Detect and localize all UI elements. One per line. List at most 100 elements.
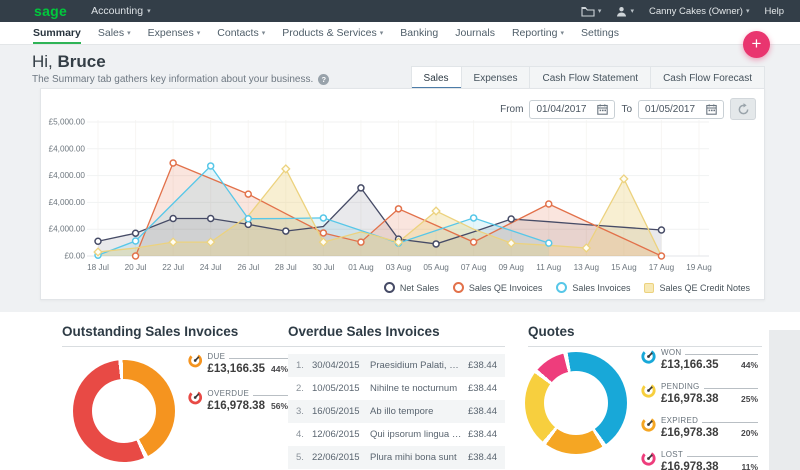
stat-label-row: WON <box>661 348 758 357</box>
tab-sales[interactable]: Sales <box>412 67 462 89</box>
invoice-row[interactable]: 5.22/06/2015Plura mihi bona sunt£38.44 <box>288 446 505 469</box>
svg-text:28 Jul: 28 Jul <box>275 263 297 272</box>
nav-item-expenses[interactable]: Expenses▾ <box>148 22 201 44</box>
product-label: Accounting <box>91 5 143 17</box>
invoice-row[interactable]: 3.16/05/2015Ab illo tempore£38.44 <box>288 400 505 423</box>
user-menu-button[interactable]: ▾ <box>616 6 634 17</box>
to-label: To <box>621 104 632 115</box>
panel-title: Quotes <box>528 312 762 347</box>
nav-item-products-services[interactable]: Products & Services▾ <box>282 22 383 44</box>
gauge-icon <box>640 416 657 433</box>
invoice-row[interactable]: 1.30/04/2015Praesidium Palati, nihil urb… <box>288 354 505 377</box>
nav-item-banking[interactable]: Banking <box>400 22 438 44</box>
chevron-down-icon: ▾ <box>127 29 131 37</box>
row-number: 4. <box>296 429 312 440</box>
nav-item-reporting[interactable]: Reporting▾ <box>512 22 564 44</box>
sage-logo[interactable]: sage <box>34 1 67 21</box>
stat-due: DUE£13,166.3544% <box>187 352 288 375</box>
legend-item-sales-invoices[interactable]: Sales Invoices <box>556 282 630 293</box>
row-date: 10/05/2015 <box>312 383 370 394</box>
stat-rule <box>687 456 758 457</box>
invoice-row[interactable]: 2.10/05/2015Nihilne te nocturnum£38.44 <box>288 377 505 400</box>
legend-label: Sales QE Invoices <box>469 283 543 293</box>
stat-percent: 56% <box>271 401 288 411</box>
legend-label: Sales QE Credit Notes <box>659 283 750 293</box>
svg-text:18 Jul: 18 Jul <box>87 263 109 272</box>
quotes-donut-chart <box>525 352 627 454</box>
donut-hole <box>544 371 608 435</box>
chevron-down-icon: ▾ <box>380 29 384 37</box>
row-number: 2. <box>296 383 312 394</box>
help-link[interactable]: Help <box>764 6 784 17</box>
add-icon: + <box>752 34 762 53</box>
tab-cash-flow-statement[interactable]: Cash Flow Statement <box>530 67 651 89</box>
nav-item-label: Sales <box>98 27 124 39</box>
stat-value-row: £13,166.3544% <box>661 359 758 371</box>
legend-swatch <box>644 283 654 293</box>
stat-rule <box>704 388 758 389</box>
legend-item-sales-qe-credit-notes[interactable]: Sales QE Credit Notes <box>644 283 750 293</box>
stat-pending: PENDING £16,978.38 25% <box>640 382 758 405</box>
stat-percent: 25% <box>741 394 758 404</box>
nav-item-summary[interactable]: Summary <box>33 22 81 44</box>
svg-text:£0.00: £0.00 <box>65 252 86 261</box>
gauge-icon <box>640 450 657 467</box>
row-number: 5. <box>296 452 312 463</box>
invoice-row[interactable]: 4.12/06/2015Qui ipsorum lingua Celtae£38… <box>288 423 505 446</box>
company-menu-button[interactable]: ▾ <box>581 6 602 17</box>
row-description: Nihilne te nocturnum <box>370 383 468 394</box>
stat-rule <box>229 358 288 359</box>
svg-text:07 Aug: 07 Aug <box>461 263 487 272</box>
svg-text:£4,000.00: £4,000.00 <box>49 198 86 207</box>
stat-value-row: £16,978.3856% <box>207 400 288 412</box>
nav-item-sales[interactable]: Sales▾ <box>98 22 131 44</box>
sage-dashboard: sage Accounting ▾ ▾ ▾ Canny Cakes (Owner… <box>0 0 800 470</box>
tab-cash-flow-forecast[interactable]: Cash Flow Forecast <box>651 67 764 89</box>
nav-item-journals[interactable]: Journals <box>455 22 495 44</box>
gauge-icon <box>640 348 657 365</box>
legend-item-net-sales[interactable]: Net Sales <box>384 282 439 293</box>
person-icon <box>616 6 627 17</box>
stat-value-row: £16,978.3820% <box>661 427 758 439</box>
sales-chart-card: From To £5,000.00£4,000.00£4,000.00£4,00… <box>40 88 765 300</box>
add-button[interactable]: + <box>743 31 770 58</box>
account-menu[interactable]: Canny Cakes (Owner) ▾ <box>649 6 750 17</box>
help-icon[interactable]: ? <box>318 74 329 85</box>
legend-swatch <box>556 282 567 293</box>
nav-item-label: Expenses <box>148 27 194 39</box>
stat-label: DUE <box>207 352 225 361</box>
svg-text:26 Jul: 26 Jul <box>237 263 259 272</box>
stat-won: WON £13,166.3544% <box>640 348 758 371</box>
stat-percent: 20% <box>741 428 758 438</box>
row-amount: £38.44 <box>468 452 497 463</box>
chevron-down-icon: ▾ <box>197 29 201 37</box>
outstanding-donut-chart <box>73 360 175 462</box>
calendar-icon[interactable] <box>597 104 608 115</box>
summary-tabs: SalesExpensesCash Flow StatementCash Flo… <box>411 66 765 89</box>
stat-value: £16,978.38 <box>661 393 719 405</box>
row-date: 30/04/2015 <box>312 360 370 371</box>
calendar-icon[interactable] <box>706 104 717 115</box>
stat-label-row: PENDING <box>661 382 758 391</box>
product-switcher[interactable]: Accounting ▾ <box>91 5 150 17</box>
nav-item-contacts[interactable]: Contacts▾ <box>217 22 265 44</box>
to-date-input[interactable] <box>645 104 700 115</box>
tab-expenses[interactable]: Expenses <box>462 67 531 89</box>
stat-label: OVERDUE <box>207 389 249 398</box>
nav-item-settings[interactable]: Settings <box>581 22 619 44</box>
legend-item-sales-qe-invoices[interactable]: Sales QE Invoices <box>453 282 543 293</box>
main-nav: SummarySales▾Expenses▾Contacts▾Products … <box>0 22 800 45</box>
chart-legend: Net Sales Sales QE Invoices Sales Invoices… <box>384 282 750 293</box>
sales-chart: £5,000.00£4,000.00£4,000.00£4,000.00£4,0… <box>41 117 761 287</box>
quotes-stats: WON £13,166.3544% PENDING £16,978.38 25% EXPI… <box>640 348 758 470</box>
stat-percent: 44% <box>741 360 758 370</box>
from-date-input[interactable] <box>536 104 591 115</box>
legend-swatch <box>453 282 464 293</box>
nav-item-label: Reporting <box>512 27 558 39</box>
nav-item-label: Banking <box>400 27 438 39</box>
stat-main: EXPIRED£16,978.3820% <box>661 416 758 439</box>
row-description: Qui ipsorum lingua Celtae <box>370 429 468 440</box>
stat-value-row: £16,978.3811% <box>661 461 758 470</box>
svg-text:11 Aug: 11 Aug <box>536 263 561 272</box>
row-date: 22/06/2015 <box>312 452 370 463</box>
